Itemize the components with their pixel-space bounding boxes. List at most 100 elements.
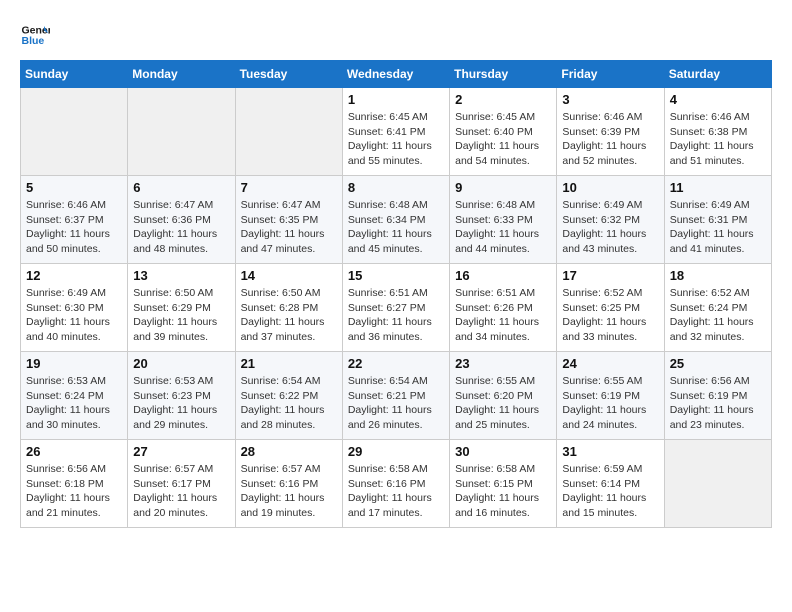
day-number: 16: [455, 268, 551, 283]
calendar-cell: 12 Sunrise: 6:49 AMSunset: 6:30 PMDaylig…: [21, 264, 128, 352]
day-number: 9: [455, 180, 551, 195]
calendar-week-row: 1 Sunrise: 6:45 AMSunset: 6:41 PMDayligh…: [21, 88, 772, 176]
day-info: Sunrise: 6:56 AMSunset: 6:18 PMDaylight:…: [26, 462, 122, 521]
weekday-header-friday: Friday: [557, 61, 664, 88]
day-number: 17: [562, 268, 658, 283]
day-info: Sunrise: 6:47 AMSunset: 6:36 PMDaylight:…: [133, 198, 229, 257]
day-number: 19: [26, 356, 122, 371]
day-info: Sunrise: 6:53 AMSunset: 6:24 PMDaylight:…: [26, 374, 122, 433]
calendar-week-row: 12 Sunrise: 6:49 AMSunset: 6:30 PMDaylig…: [21, 264, 772, 352]
calendar-week-row: 19 Sunrise: 6:53 AMSunset: 6:24 PMDaylig…: [21, 352, 772, 440]
calendar-cell: 11 Sunrise: 6:49 AMSunset: 6:31 PMDaylig…: [664, 176, 771, 264]
day-info: Sunrise: 6:52 AMSunset: 6:24 PMDaylight:…: [670, 286, 766, 345]
calendar-cell: 3 Sunrise: 6:46 AMSunset: 6:39 PMDayligh…: [557, 88, 664, 176]
calendar-cell: 15 Sunrise: 6:51 AMSunset: 6:27 PMDaylig…: [342, 264, 449, 352]
day-info: Sunrise: 6:58 AMSunset: 6:15 PMDaylight:…: [455, 462, 551, 521]
calendar-cell: [235, 88, 342, 176]
calendar-cell: 23 Sunrise: 6:55 AMSunset: 6:20 PMDaylig…: [450, 352, 557, 440]
weekday-header-monday: Monday: [128, 61, 235, 88]
calendar-cell: 18 Sunrise: 6:52 AMSunset: 6:24 PMDaylig…: [664, 264, 771, 352]
weekday-header-wednesday: Wednesday: [342, 61, 449, 88]
calendar-cell: 20 Sunrise: 6:53 AMSunset: 6:23 PMDaylig…: [128, 352, 235, 440]
day-number: 10: [562, 180, 658, 195]
day-number: 21: [241, 356, 337, 371]
day-info: Sunrise: 6:46 AMSunset: 6:37 PMDaylight:…: [26, 198, 122, 257]
calendar-cell: [664, 440, 771, 528]
calendar-cell: 4 Sunrise: 6:46 AMSunset: 6:38 PMDayligh…: [664, 88, 771, 176]
calendar-cell: 24 Sunrise: 6:55 AMSunset: 6:19 PMDaylig…: [557, 352, 664, 440]
day-number: 6: [133, 180, 229, 195]
day-number: 5: [26, 180, 122, 195]
page-header: General Blue: [20, 20, 772, 50]
day-info: Sunrise: 6:53 AMSunset: 6:23 PMDaylight:…: [133, 374, 229, 433]
day-info: Sunrise: 6:52 AMSunset: 6:25 PMDaylight:…: [562, 286, 658, 345]
calendar-cell: 26 Sunrise: 6:56 AMSunset: 6:18 PMDaylig…: [21, 440, 128, 528]
day-number: 2: [455, 92, 551, 107]
calendar-cell: 19 Sunrise: 6:53 AMSunset: 6:24 PMDaylig…: [21, 352, 128, 440]
day-info: Sunrise: 6:46 AMSunset: 6:39 PMDaylight:…: [562, 110, 658, 169]
day-info: Sunrise: 6:56 AMSunset: 6:19 PMDaylight:…: [670, 374, 766, 433]
calendar-cell: [128, 88, 235, 176]
day-info: Sunrise: 6:55 AMSunset: 6:20 PMDaylight:…: [455, 374, 551, 433]
calendar-cell: 16 Sunrise: 6:51 AMSunset: 6:26 PMDaylig…: [450, 264, 557, 352]
weekday-header-row: SundayMondayTuesdayWednesdayThursdayFrid…: [21, 61, 772, 88]
logo: General Blue: [20, 20, 50, 50]
calendar-cell: 6 Sunrise: 6:47 AMSunset: 6:36 PMDayligh…: [128, 176, 235, 264]
day-number: 20: [133, 356, 229, 371]
calendar-cell: 5 Sunrise: 6:46 AMSunset: 6:37 PMDayligh…: [21, 176, 128, 264]
day-info: Sunrise: 6:59 AMSunset: 6:14 PMDaylight:…: [562, 462, 658, 521]
day-number: 23: [455, 356, 551, 371]
day-number: 29: [348, 444, 444, 459]
day-info: Sunrise: 6:51 AMSunset: 6:27 PMDaylight:…: [348, 286, 444, 345]
weekday-header-thursday: Thursday: [450, 61, 557, 88]
calendar-cell: 30 Sunrise: 6:58 AMSunset: 6:15 PMDaylig…: [450, 440, 557, 528]
calendar-table: SundayMondayTuesdayWednesdayThursdayFrid…: [20, 60, 772, 528]
day-number: 12: [26, 268, 122, 283]
logo-icon: General Blue: [20, 20, 50, 50]
day-number: 25: [670, 356, 766, 371]
day-number: 15: [348, 268, 444, 283]
calendar-cell: 7 Sunrise: 6:47 AMSunset: 6:35 PMDayligh…: [235, 176, 342, 264]
day-info: Sunrise: 6:50 AMSunset: 6:29 PMDaylight:…: [133, 286, 229, 345]
calendar-week-row: 5 Sunrise: 6:46 AMSunset: 6:37 PMDayligh…: [21, 176, 772, 264]
calendar-cell: 31 Sunrise: 6:59 AMSunset: 6:14 PMDaylig…: [557, 440, 664, 528]
day-number: 28: [241, 444, 337, 459]
day-number: 24: [562, 356, 658, 371]
calendar-cell: 25 Sunrise: 6:56 AMSunset: 6:19 PMDaylig…: [664, 352, 771, 440]
day-info: Sunrise: 6:46 AMSunset: 6:38 PMDaylight:…: [670, 110, 766, 169]
day-info: Sunrise: 6:48 AMSunset: 6:33 PMDaylight:…: [455, 198, 551, 257]
weekday-header-saturday: Saturday: [664, 61, 771, 88]
calendar-cell: 29 Sunrise: 6:58 AMSunset: 6:16 PMDaylig…: [342, 440, 449, 528]
calendar-cell: 10 Sunrise: 6:49 AMSunset: 6:32 PMDaylig…: [557, 176, 664, 264]
svg-text:Blue: Blue: [22, 35, 45, 47]
day-info: Sunrise: 6:57 AMSunset: 6:17 PMDaylight:…: [133, 462, 229, 521]
day-number: 31: [562, 444, 658, 459]
day-number: 18: [670, 268, 766, 283]
day-number: 26: [26, 444, 122, 459]
calendar-week-row: 26 Sunrise: 6:56 AMSunset: 6:18 PMDaylig…: [21, 440, 772, 528]
day-info: Sunrise: 6:58 AMSunset: 6:16 PMDaylight:…: [348, 462, 444, 521]
day-info: Sunrise: 6:47 AMSunset: 6:35 PMDaylight:…: [241, 198, 337, 257]
calendar-cell: [21, 88, 128, 176]
calendar-cell: 14 Sunrise: 6:50 AMSunset: 6:28 PMDaylig…: [235, 264, 342, 352]
calendar-cell: 8 Sunrise: 6:48 AMSunset: 6:34 PMDayligh…: [342, 176, 449, 264]
day-number: 30: [455, 444, 551, 459]
day-info: Sunrise: 6:49 AMSunset: 6:31 PMDaylight:…: [670, 198, 766, 257]
day-number: 27: [133, 444, 229, 459]
day-number: 7: [241, 180, 337, 195]
day-info: Sunrise: 6:50 AMSunset: 6:28 PMDaylight:…: [241, 286, 337, 345]
day-number: 11: [670, 180, 766, 195]
day-number: 8: [348, 180, 444, 195]
day-info: Sunrise: 6:51 AMSunset: 6:26 PMDaylight:…: [455, 286, 551, 345]
day-info: Sunrise: 6:48 AMSunset: 6:34 PMDaylight:…: [348, 198, 444, 257]
day-info: Sunrise: 6:45 AMSunset: 6:41 PMDaylight:…: [348, 110, 444, 169]
calendar-cell: 28 Sunrise: 6:57 AMSunset: 6:16 PMDaylig…: [235, 440, 342, 528]
calendar-cell: 2 Sunrise: 6:45 AMSunset: 6:40 PMDayligh…: [450, 88, 557, 176]
day-info: Sunrise: 6:45 AMSunset: 6:40 PMDaylight:…: [455, 110, 551, 169]
day-info: Sunrise: 6:57 AMSunset: 6:16 PMDaylight:…: [241, 462, 337, 521]
calendar-cell: 9 Sunrise: 6:48 AMSunset: 6:33 PMDayligh…: [450, 176, 557, 264]
day-info: Sunrise: 6:54 AMSunset: 6:21 PMDaylight:…: [348, 374, 444, 433]
calendar-cell: 17 Sunrise: 6:52 AMSunset: 6:25 PMDaylig…: [557, 264, 664, 352]
calendar-cell: 22 Sunrise: 6:54 AMSunset: 6:21 PMDaylig…: [342, 352, 449, 440]
day-number: 14: [241, 268, 337, 283]
